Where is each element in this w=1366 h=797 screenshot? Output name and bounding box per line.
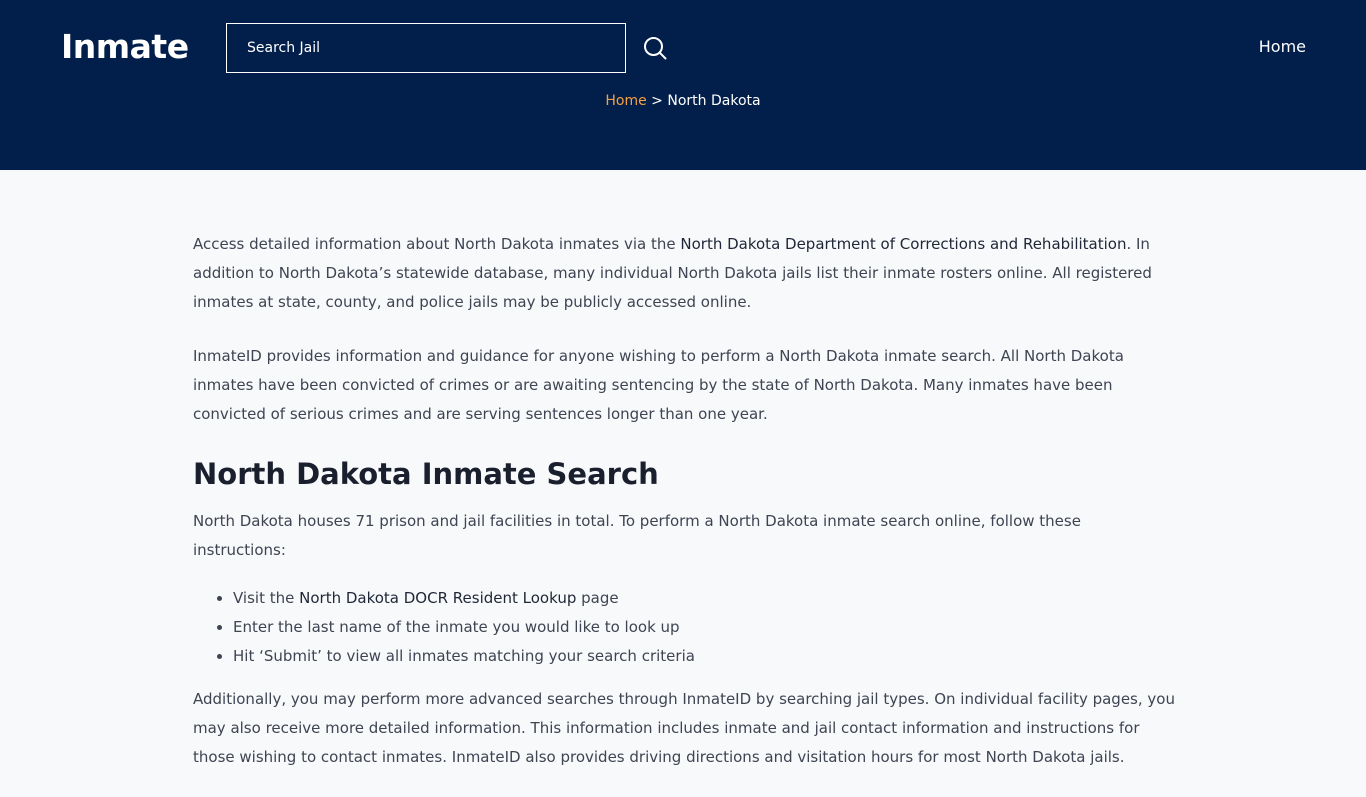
site-header: Inmate Home Home > North Dakota — [0, 0, 1366, 170]
nd-corrections-link[interactable]: North Dakota Department of Corrections a… — [680, 235, 1126, 253]
search-box — [226, 23, 626, 73]
list-item: Visit the North Dakota DOCR Resident Loo… — [233, 584, 1178, 613]
main-content: Access detailed information about North … — [193, 230, 1178, 797]
additional-paragraph: Additionally, you may perform more advan… — [193, 690, 1175, 766]
list-item-text: page — [576, 589, 619, 607]
inmateid-paragraph: InmateID provides information and guidan… — [193, 347, 1124, 423]
site-logo[interactable]: Inmate — [61, 25, 189, 69]
instructions-list: Visit the North Dakota DOCR Resident Loo… — [193, 584, 1178, 671]
nav-home-link[interactable]: Home — [1259, 36, 1306, 58]
facilities-paragraph: North Dakota houses 71 prison and jail f… — [193, 512, 1081, 559]
breadcrumb: Home > North Dakota — [0, 91, 1366, 111]
docr-lookup-link[interactable]: North Dakota DOCR Resident Lookup — [299, 589, 576, 607]
breadcrumb-home-link[interactable]: Home — [605, 93, 646, 109]
intro-text-start: Access detailed information about North … — [193, 235, 681, 253]
section-heading: North Dakota Inmate Search — [193, 457, 659, 491]
list-item: Enter the last name of the inmate you wo… — [233, 613, 1178, 642]
intro-paragraph: Access detailed information about North … — [193, 230, 1178, 317]
breadcrumb-current: North Dakota — [667, 93, 761, 109]
list-item: Hit ‘Submit’ to view all inmates matchin… — [233, 642, 1178, 671]
search-input[interactable] — [227, 24, 625, 72]
breadcrumb-separator: > — [646, 93, 668, 109]
list-item-text: Visit the — [233, 589, 300, 607]
search-icon[interactable] — [643, 36, 667, 60]
